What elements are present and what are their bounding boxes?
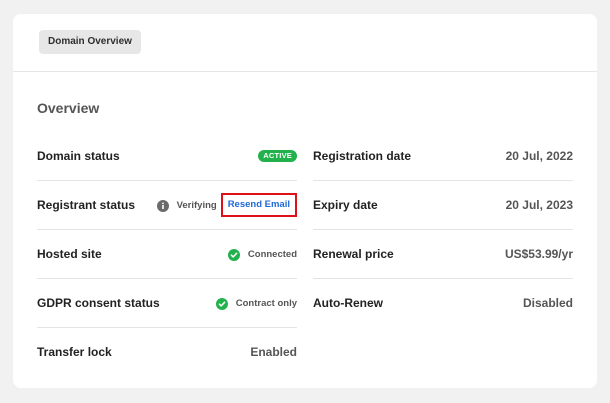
domain-overview-card: Domain Overview Overview Domain status A…	[13, 14, 597, 388]
row-label: Auto-Renew	[313, 296, 383, 310]
hosted-site-status-group: Connected	[227, 244, 297, 264]
status-text: Connected	[247, 248, 297, 260]
check-circle-icon	[215, 297, 228, 310]
status-text: Verifying	[176, 199, 217, 211]
tab-domain-overview[interactable]: Domain Overview	[39, 30, 141, 54]
row-label: Expiry date	[313, 198, 378, 212]
row-label: Transfer lock	[37, 345, 112, 359]
overview-right-column: Registration date 20 Jul, 2022 Expiry da…	[313, 132, 573, 328]
row-label: Renewal price	[313, 247, 394, 261]
row-registrant-status: Registrant status Verifying Resend Email	[37, 181, 297, 230]
row-value: US$53.99/yr	[504, 247, 573, 261]
row-value: 20 Jul, 2023	[505, 198, 573, 212]
row-domain-status: Domain status ACTIVE	[37, 132, 297, 181]
row-auto-renew: Auto-Renew Disabled	[313, 279, 573, 328]
row-label: Registrant status	[37, 198, 136, 212]
row-transfer-lock: Transfer lock Enabled	[37, 328, 297, 377]
row-value: 20 Jul, 2022	[505, 149, 573, 163]
check-circle-icon	[227, 248, 240, 261]
resend-email-link[interactable]: Resend Email	[220, 193, 297, 217]
row-value: Disabled	[522, 296, 573, 310]
row-label: GDPR consent status	[37, 296, 160, 310]
registrant-status-group: Verifying Resend Email	[156, 193, 297, 217]
row-hosted-site: Hosted site Connected	[37, 230, 297, 279]
row-value: Enabled	[250, 345, 297, 359]
row-label: Domain status	[37, 149, 120, 163]
row-gdpr-consent: GDPR consent status Contract only	[37, 279, 297, 328]
card-header: Domain Overview	[13, 14, 597, 72]
row-registration-date: Registration date 20 Jul, 2022	[313, 132, 573, 181]
status-badge: ACTIVE	[258, 150, 297, 162]
info-icon	[156, 199, 169, 212]
status-text: Contract only	[235, 297, 297, 309]
section-title: Overview	[37, 100, 100, 116]
gdpr-status-group: Contract only	[215, 293, 297, 313]
row-label: Hosted site	[37, 247, 102, 261]
row-expiry-date: Expiry date 20 Jul, 2023	[313, 181, 573, 230]
overview-left-column: Domain status ACTIVE Registrant status V…	[37, 132, 297, 377]
row-renewal-price: Renewal price US$53.99/yr	[313, 230, 573, 279]
row-label: Registration date	[313, 149, 412, 163]
